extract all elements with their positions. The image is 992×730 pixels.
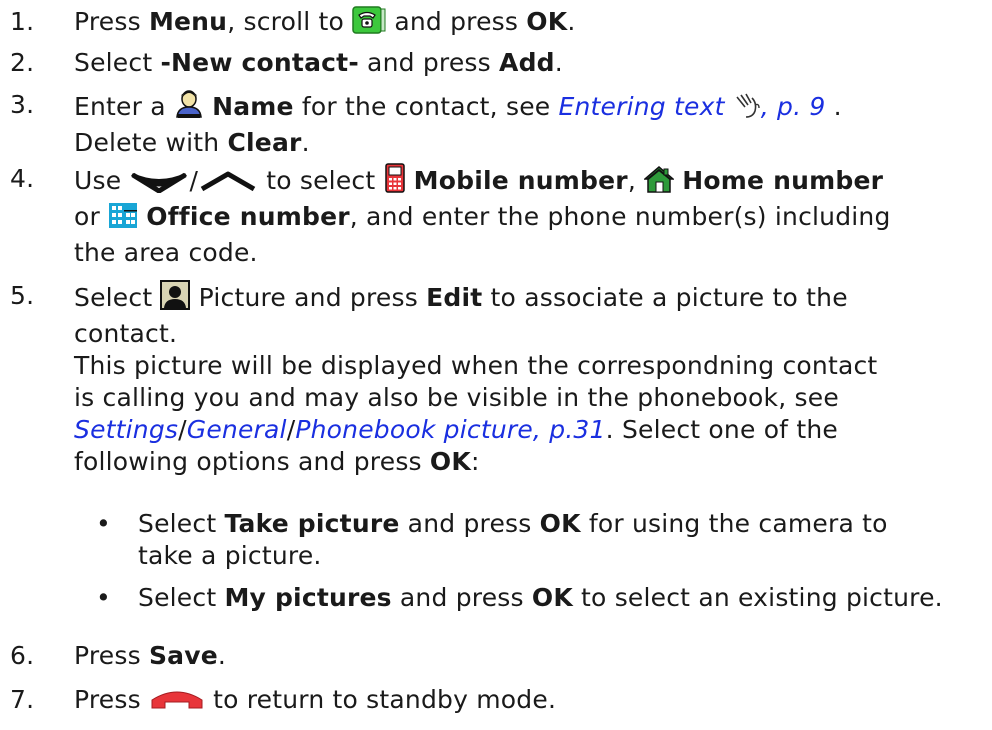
contact-picture-icon (160, 280, 191, 318)
hand-text-entry-icon (733, 93, 761, 127)
step-number: 7. (10, 685, 35, 714)
step-number: 6. (10, 641, 35, 670)
office-building-icon (108, 201, 138, 237)
name-label: Name (212, 92, 294, 121)
mobile-phone-icon (384, 163, 406, 201)
step-number: 4. (10, 164, 35, 193)
office-number-label: Office number (146, 202, 350, 231)
step-text: Select Picture and press Edit to associa… (74, 280, 989, 478)
mobile-number-label: Mobile number (413, 166, 628, 195)
bullet-mark: • (96, 583, 111, 612)
settings-link[interactable]: Settings (74, 415, 178, 444)
step-text: Select -New contact- and press Add. (74, 48, 563, 77)
entering-text-link[interactable]: Entering text , p. 9 (559, 92, 826, 121)
step-number: 3. (10, 90, 35, 119)
home-number-label: Home number (682, 166, 884, 195)
option-text: Select My pictures and press OK to selec… (138, 583, 943, 612)
step-number: 1. (10, 7, 35, 36)
phonebook-icon (352, 6, 386, 42)
step-text: Use / to select Mobile number, Home numb… (74, 163, 989, 269)
manual-page: { "steps": { "s1": {"num": "1.", "t1": "… (0, 0, 992, 730)
step-text: Press to return to standby mode. (74, 684, 989, 720)
step-text: Enter a Name for the contact, see Enteri… (74, 89, 989, 159)
nav-down-icon (129, 169, 189, 201)
step-number: 5. (10, 281, 35, 310)
phonebook-picture-link[interactable]: Phonebook picture, p.31 (295, 415, 605, 444)
step-number: 2. (10, 48, 35, 77)
end-call-key-icon (149, 688, 205, 720)
step-text: Press Menu, scroll to and press OK. (74, 6, 989, 42)
person-name-icon (174, 89, 204, 127)
home-icon (643, 165, 676, 201)
nav-up-icon (198, 169, 258, 201)
step-text: Press Save. (74, 641, 227, 670)
option-text: Select Take picture and press OK for usi… (138, 509, 888, 570)
general-link[interactable]: General (187, 415, 287, 444)
bullet-mark: • (96, 509, 111, 538)
